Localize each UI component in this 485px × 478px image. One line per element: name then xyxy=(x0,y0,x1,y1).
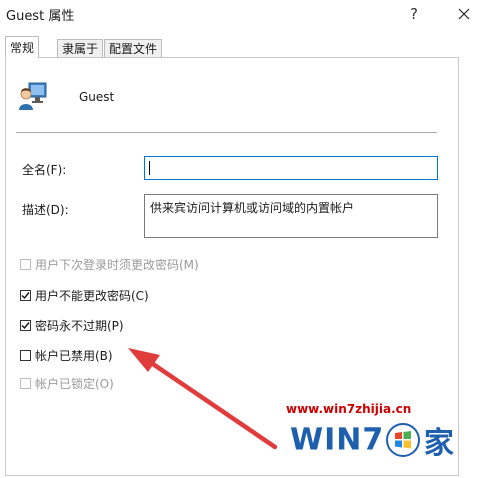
user-name-label: Guest xyxy=(79,90,115,104)
fullname-label: 全名(F): xyxy=(22,163,67,177)
checkbox-account-locked[interactable]: 帐户已锁定(O) xyxy=(20,374,114,392)
tab-profile[interactable]: 配置文件 xyxy=(104,39,163,57)
close-button[interactable] xyxy=(448,2,480,26)
help-icon: ? xyxy=(410,5,418,23)
checkbox-password-never-expires[interactable]: 密码永不过期(P) xyxy=(20,316,124,334)
text-caret xyxy=(149,161,150,175)
watermark-url: www.win7zhijia.cn xyxy=(286,402,412,416)
checkbox-box xyxy=(20,289,31,301)
tab-strip: 常规 隶属于 配置文件 xyxy=(0,30,485,58)
window-title: Guest 属性 xyxy=(6,9,75,24)
check-icon xyxy=(21,291,30,299)
checkbox-cannot-change-password[interactable]: 用户不能更改密码(C) xyxy=(20,286,149,304)
check-icon xyxy=(21,321,30,329)
description-input[interactable]: 供来宾访问计算机或访问域的内置帐户 xyxy=(144,194,438,238)
checkbox-box xyxy=(20,258,31,270)
checkbox-box xyxy=(20,319,31,331)
separator-line xyxy=(16,132,437,133)
help-button[interactable]: ? xyxy=(398,2,430,26)
fullname-input[interactable] xyxy=(144,156,438,180)
tab-general[interactable]: 常规 xyxy=(5,36,40,58)
tab-member-of[interactable]: 隶属于 xyxy=(57,39,104,57)
close-icon xyxy=(458,8,470,20)
checkbox-box xyxy=(20,377,31,389)
checkbox-box xyxy=(20,349,31,361)
windows-logo-icon xyxy=(386,423,421,457)
watermark-logo-suffix: 家 xyxy=(423,426,454,461)
checkbox-account-disabled[interactable]: 帐户已禁用(B) xyxy=(20,346,113,364)
title-bar: Guest 属性 ? xyxy=(0,0,485,30)
watermark-logo-text: WIN7 xyxy=(290,422,385,458)
user-monitor-icon xyxy=(19,82,47,110)
checkbox-must-change-password[interactable]: 用户下次登录时须更改密码(M) xyxy=(20,255,199,273)
watermark-logo: WIN7 家 xyxy=(290,418,454,462)
description-label: 描述(D): xyxy=(22,203,69,217)
